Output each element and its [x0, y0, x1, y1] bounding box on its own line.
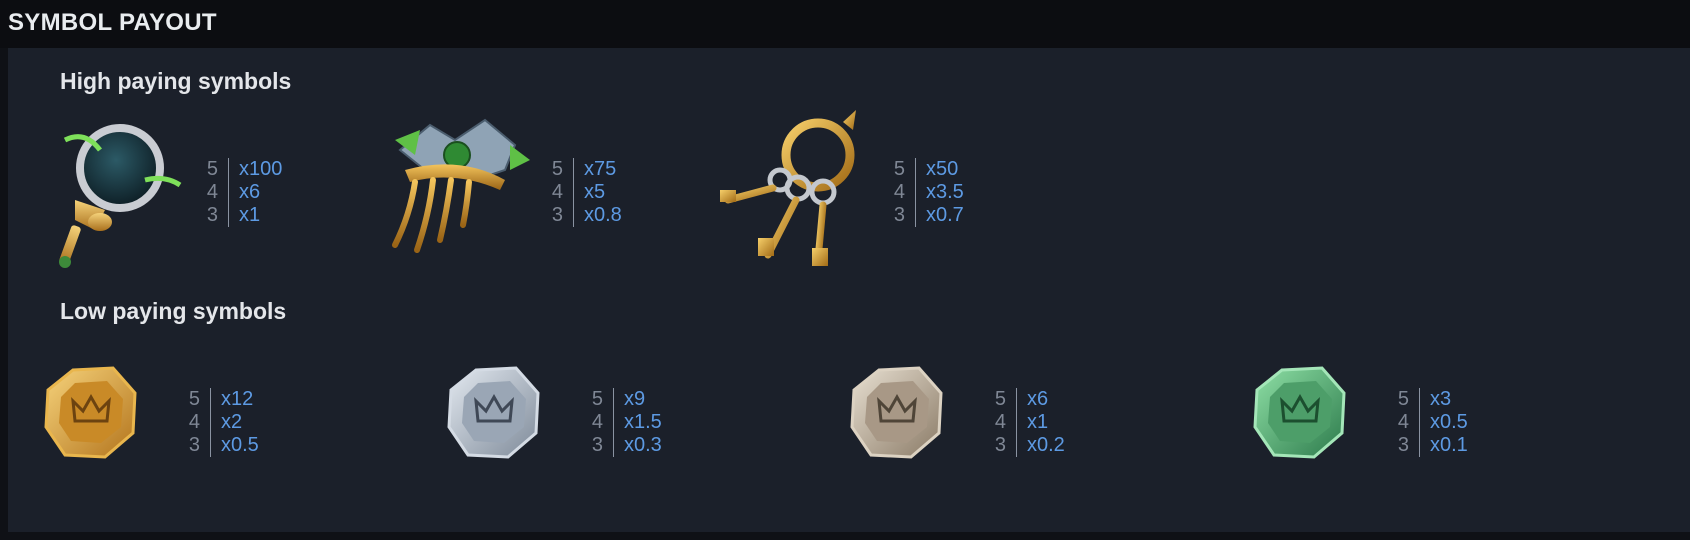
- payout-row: 4 x3.5: [883, 181, 964, 204]
- header-bar: SYMBOL PAYOUT: [0, 0, 1690, 48]
- hair-comb-icon: [392, 118, 530, 253]
- payout-row: 5 x50: [883, 158, 964, 181]
- payout-table-silver-coin: 5 x9 4 x1.5 3 x0.3: [581, 388, 662, 457]
- payout-row: 5 x75: [541, 158, 622, 181]
- payout-table-comb: 5 x75 4 x5 3 x0.8: [541, 158, 622, 227]
- payout-row: 5 x9: [581, 388, 662, 411]
- payout-row: 5 x3: [1387, 388, 1468, 411]
- payout-table-jade-coin: 5 x3 4 x0.5 3 x0.1: [1387, 388, 1468, 457]
- payout-row: 3 x0.3: [581, 434, 662, 457]
- silver-crown-coin-icon: [447, 366, 540, 459]
- page-title: SYMBOL PAYOUT: [8, 9, 217, 36]
- gold-crown-coin-icon: [44, 366, 137, 459]
- low-paying-title: Low paying symbols: [60, 298, 287, 324]
- high-paying-title: High paying symbols: [60, 68, 292, 94]
- payout-row: 5 x100: [196, 158, 282, 181]
- payout-row: 4 x0.5: [1387, 411, 1468, 434]
- payout-row: 5 x6: [984, 388, 1065, 411]
- payout-row: 5 x12: [178, 388, 259, 411]
- payout-row: 4 x5: [541, 181, 622, 204]
- payout-row: 3 x0.1: [1387, 434, 1468, 457]
- payout-row: 3 x0.7: [883, 204, 964, 227]
- payout-row: 4 x1.5: [581, 411, 662, 434]
- payout-row: 3 x0.8: [541, 204, 622, 227]
- ornate-mirror-icon: [59, 124, 182, 268]
- payout-row: 3 x0.5: [178, 434, 259, 457]
- payout-table-gold-coin: 5 x12 4 x2 3 x0.5: [178, 388, 259, 457]
- payout-row: 4 x1: [984, 411, 1065, 434]
- bronze-crown-coin-icon: [850, 366, 943, 459]
- payout-row: 3 x0.2: [984, 434, 1065, 457]
- jade-crown-coin-icon: [1253, 366, 1346, 459]
- payout-row: 4 x2: [178, 411, 259, 434]
- payout-row: 3 x1: [196, 204, 282, 227]
- payout-table-bronze-coin: 5 x6 4 x1 3 x0.2: [984, 388, 1065, 457]
- payout-table-mirror: 5 x100 4 x6 3 x1: [196, 158, 282, 227]
- payout-row: 4 x6: [196, 181, 282, 204]
- key-ring-icon: [720, 110, 856, 266]
- payout-table-keys: 5 x50 4 x3.5 3 x0.7: [883, 158, 964, 227]
